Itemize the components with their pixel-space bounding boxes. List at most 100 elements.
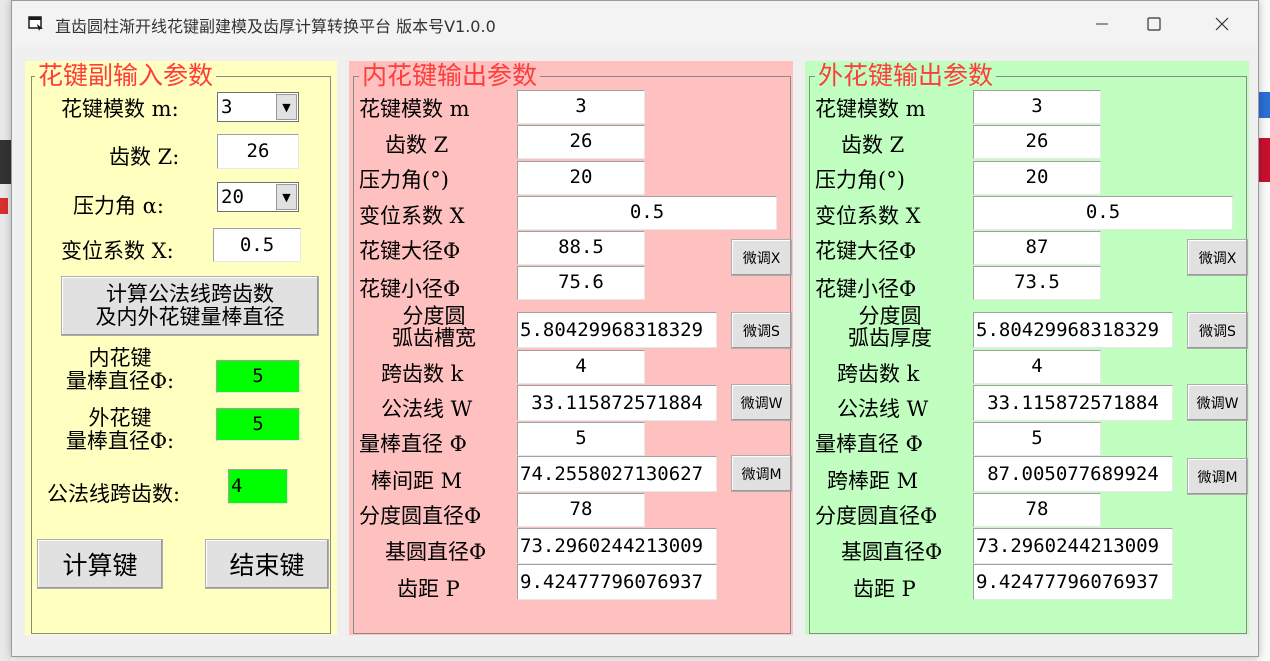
inner-shift-field[interactable]: 0.5	[517, 196, 777, 230]
inner-pitch-field[interactable]: 9.42477796076937	[517, 564, 717, 600]
outer-teeth-label: 齿数 Z	[841, 133, 905, 157]
inner-pin-dia-label: 量棒直径 Φ	[359, 432, 467, 456]
close-button[interactable]	[1192, 1, 1252, 47]
outer-arc-label: 分度圆 弧齿厚度	[815, 304, 965, 349]
outer-output-panel: 外花键输出参数 花键模数 m 3 齿数 Z 26 压力角(°) 20 变位系数 …	[805, 61, 1249, 635]
outer-panel-legend: 外花键输出参数	[815, 61, 997, 91]
inner-arc-label: 分度圆 弧齿槽宽	[359, 304, 509, 349]
calc-button-line1: 计算公法线跨齿数	[106, 282, 274, 306]
outer-pitch-label: 齿距 P	[853, 577, 916, 601]
input-panel-legend: 花键副输入参数	[35, 61, 217, 91]
inner-w-field[interactable]: 33.115872571884	[517, 385, 717, 421]
inner-base-dia-field[interactable]: 73.2960244213009	[517, 528, 717, 564]
outer-base-dia-label: 基圆直径Φ	[841, 540, 943, 564]
outer-pressure-field[interactable]: 20	[973, 161, 1101, 195]
inner-pin-label-line2: 量棒直径Φ:	[65, 369, 175, 393]
input-pressure-select[interactable]: 20 ▼	[217, 182, 299, 212]
input-module-select[interactable]: 3 ▼	[217, 92, 299, 122]
outer-teeth-field[interactable]: 26	[973, 125, 1101, 159]
outer-module-field[interactable]: 3	[973, 90, 1101, 124]
inner-pin-label-line1: 内花键	[88, 346, 152, 370]
background-app-left-edge	[0, 0, 11, 661]
inner-w-label: 公法线 W	[381, 397, 473, 421]
calc-button-line2: 及内外花键量棒直径	[95, 305, 285, 329]
outer-arc-field[interactable]: 5.80429968318329	[973, 312, 1173, 348]
main-window: 直齿圆柱渐开线花键副建模及齿厚计算转换平台 版本号V1.0.0 花键副输入参数 …	[11, 0, 1259, 657]
background-app-left-red-mark	[0, 198, 8, 214]
inner-minor-field[interactable]: 75.6	[517, 266, 645, 300]
inner-m-label: 棒间距 M	[371, 469, 463, 493]
background-app-left-dark-block	[0, 140, 11, 184]
outer-pitch-dia-field[interactable]: 78	[973, 493, 1101, 527]
compute-button[interactable]: 计算键	[37, 539, 163, 589]
inner-major-field[interactable]: 88.5	[517, 231, 645, 265]
inner-module-field[interactable]: 3	[517, 90, 645, 124]
inner-major-label: 花键大径Φ	[359, 239, 461, 263]
outer-pitch-field[interactable]: 9.42477796076937	[973, 564, 1173, 600]
input-module-label: 花键模数 m:	[61, 97, 179, 121]
outer-pin-dia-field[interactable]: 5	[973, 422, 1101, 456]
outer-base-dia-field[interactable]: 73.2960244213009	[973, 528, 1173, 564]
maximize-button[interactable]	[1124, 1, 1184, 47]
inner-span-field[interactable]: 4	[517, 350, 645, 384]
inner-adjust-w-button[interactable]: 微调W	[731, 384, 792, 421]
input-shift-field[interactable]: 0.5	[213, 228, 301, 262]
inner-adjust-s-button[interactable]: 微调S	[731, 312, 792, 349]
span-count-label: 公法线跨齿数:	[47, 482, 181, 506]
outer-span-label: 跨齿数 k	[837, 362, 920, 386]
inner-adjust-m-button[interactable]: 微调M	[731, 455, 792, 492]
minimize-icon	[1096, 23, 1108, 25]
calc-span-and-pin-button[interactable]: 计算公法线跨齿数 及内外花键量棒直径	[61, 276, 319, 336]
input-teeth-field[interactable]: 26	[217, 134, 299, 169]
inner-base-dia-label: 基圆直径Φ	[385, 540, 487, 564]
inner-adjust-x-button[interactable]: 微调X	[731, 239, 792, 276]
exit-button[interactable]: 结束键	[205, 539, 329, 589]
inner-pin-dia-field[interactable]: 5	[517, 422, 645, 456]
input-pressure-value: 20	[221, 186, 244, 208]
outer-minor-label: 花键小径Φ	[815, 277, 917, 301]
outer-shift-field[interactable]: 0.5	[973, 196, 1233, 230]
input-module-value: 3	[221, 96, 233, 118]
inner-arc-field[interactable]: 5.80429968318329	[517, 312, 717, 348]
maximize-icon	[1147, 17, 1161, 31]
outer-pin-field[interactable]: 5	[216, 408, 300, 441]
input-pressure-label: 压力角 α:	[73, 194, 164, 218]
outer-pin-dia-label: 量棒直径 Φ	[815, 432, 923, 456]
outer-pressure-label: 压力角(°)	[815, 168, 905, 192]
outer-span-field[interactable]: 4	[973, 350, 1101, 384]
inner-m-field[interactable]: 74.2558027130627	[517, 456, 717, 492]
chevron-down-icon[interactable]: ▼	[276, 94, 297, 120]
inner-pitch-dia-label: 分度圆直径Φ	[359, 504, 482, 528]
inner-pressure-field[interactable]: 20	[517, 161, 645, 195]
app-icon	[28, 16, 43, 31]
outer-pitch-dia-label: 分度圆直径Φ	[815, 504, 938, 528]
inner-pitch-label: 齿距 P	[397, 577, 460, 601]
minimize-button[interactable]	[1072, 1, 1132, 47]
outer-shift-label: 变位系数 X	[815, 204, 921, 228]
outer-m-label: 跨棒距 M	[827, 469, 919, 493]
outer-major-field[interactable]: 87	[973, 231, 1101, 265]
input-shift-label: 变位系数 X:	[61, 239, 174, 263]
outer-minor-field[interactable]: 73.5	[973, 266, 1101, 300]
outer-pin-label: 外花键 量棒直径Φ:	[45, 406, 195, 452]
inner-span-label: 跨齿数 k	[381, 362, 464, 386]
outer-w-field[interactable]: 33.115872571884	[973, 385, 1173, 421]
outer-arc-label-line1: 分度圆	[858, 304, 922, 328]
inner-teeth-field[interactable]: 26	[517, 125, 645, 159]
outer-m-field[interactable]: 87.005077689924	[973, 456, 1173, 492]
title-bar[interactable]: 直齿圆柱渐开线花键副建模及齿厚计算转换平台 版本号V1.0.0	[12, 1, 1258, 47]
inner-teeth-label: 齿数 Z	[385, 133, 449, 157]
input-teeth-label: 齿数 Z:	[109, 145, 180, 169]
chevron-down-icon[interactable]: ▼	[276, 184, 297, 210]
outer-pin-label-line1: 外花键	[88, 406, 152, 430]
inner-pitch-dia-field[interactable]: 78	[517, 493, 645, 527]
background-app-right-blue-mark	[1258, 92, 1270, 118]
inner-pin-field[interactable]: 5	[216, 360, 300, 393]
outer-adjust-x-button[interactable]: 微调X	[1187, 239, 1248, 276]
outer-adjust-m-button[interactable]: 微调M	[1187, 458, 1248, 495]
outer-adjust-s-button[interactable]: 微调S	[1187, 312, 1248, 349]
window-title: 直齿圆柱渐开线花键副建模及齿厚计算转换平台 版本号V1.0.0	[55, 17, 496, 36]
outer-adjust-w-button[interactable]: 微调W	[1187, 384, 1248, 421]
inner-arc-label-line1: 分度圆	[402, 304, 466, 328]
span-count-field[interactable]: 4	[228, 469, 288, 504]
